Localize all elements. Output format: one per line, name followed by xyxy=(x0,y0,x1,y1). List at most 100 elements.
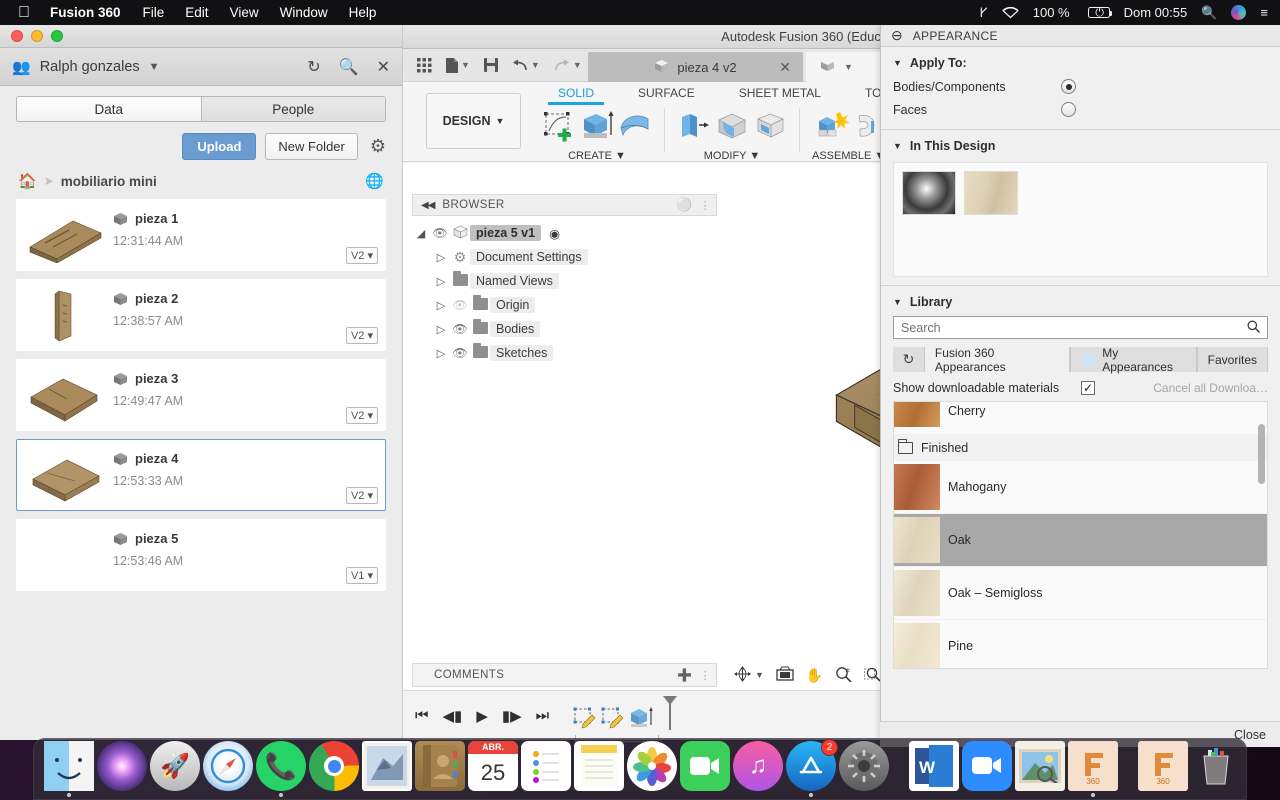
material-group-row[interactable]: Finished xyxy=(894,435,1267,461)
tab-people[interactable]: People xyxy=(201,97,386,121)
minus-circle-icon[interactable]: ⊖ xyxy=(891,27,903,44)
dock-item-mail[interactable] xyxy=(362,741,412,797)
menu-window[interactable]: Window xyxy=(280,5,328,20)
list-item[interactable]: pieza 3 12:49:47 AM V2 ▾ xyxy=(16,359,386,431)
pan-icon[interactable]: ✋ xyxy=(806,667,823,684)
sketch-feature-icon[interactable] xyxy=(601,706,625,735)
grid-icon[interactable] xyxy=(417,58,432,73)
dock-item-zoom[interactable] xyxy=(962,741,1012,797)
wifi-icon[interactable] xyxy=(1002,6,1019,19)
tree-node-document-settings[interactable]: ▷ ⚙ Document Settings xyxy=(412,245,717,269)
list-item[interactable]: Cherry xyxy=(894,402,1267,435)
step-forward-icon[interactable]: ▮▶ xyxy=(502,707,522,725)
orbit-icon[interactable] xyxy=(734,666,751,685)
fillet-icon[interactable] xyxy=(715,109,749,148)
apply-to-faces-row[interactable]: Faces xyxy=(881,98,1280,121)
tab-favorites[interactable]: Favorites xyxy=(1197,347,1268,372)
dock-item-fusion-360-doc[interactable]: 360 xyxy=(1138,741,1188,797)
chevron-down-icon[interactable]: ▼ xyxy=(755,670,764,680)
refresh-icon[interactable]: ↻ xyxy=(307,57,320,77)
bluetooth-icon[interactable]: 𐌖 xyxy=(979,5,987,21)
play-icon[interactable]: ▶ xyxy=(476,707,488,725)
chevron-down-icon[interactable]: ▼ xyxy=(749,150,760,162)
show-downloadable-checkbox[interactable]: ✓ xyxy=(1081,381,1095,395)
dock-item-whatsapp[interactable]: 📞 xyxy=(256,741,306,797)
eye-icon[interactable]: 👁 xyxy=(450,346,470,360)
activate-icon[interactable]: ◉ xyxy=(549,226,560,241)
eye-off-icon[interactable]: 👁 xyxy=(450,298,470,312)
dock-item-photos[interactable] xyxy=(627,741,677,797)
dock-item-facetime[interactable] xyxy=(680,741,730,797)
tab-data[interactable]: Data xyxy=(17,97,201,121)
chevron-down-icon[interactable]: ▼ xyxy=(149,61,160,73)
menubar-clock[interactable]: Dom 00:55 xyxy=(1124,5,1188,20)
dock-item-itunes[interactable]: ♫ xyxy=(733,741,783,797)
tree-node-sketches[interactable]: ▷ 👁 Sketches xyxy=(412,341,717,365)
triangle-down-icon[interactable]: ▼ xyxy=(893,58,902,68)
list-item[interactable]: Oak – Semigloss xyxy=(894,567,1267,620)
search-icon[interactable]: 🔍 xyxy=(339,57,359,77)
search-input[interactable] xyxy=(901,321,1247,335)
team-name[interactable]: Ralph gonzales xyxy=(40,59,140,75)
window-minimize-button[interactable] xyxy=(31,30,43,42)
tab-solid[interactable]: SOLID xyxy=(536,86,616,100)
spotlight-search-icon[interactable]: 🔍 xyxy=(1201,5,1217,21)
sketch-feature-icon[interactable] xyxy=(573,706,597,735)
workspace-switcher[interactable]: DESIGN ▼ xyxy=(426,93,521,149)
go-to-beginning-icon[interactable]: ⏮ xyxy=(415,707,429,724)
minus-circle-icon[interactable]: ⚪ xyxy=(676,197,693,213)
siri-icon[interactable] xyxy=(1231,5,1246,20)
step-back-icon[interactable]: ◀▮ xyxy=(443,707,463,725)
refresh-icon[interactable]: ↻ xyxy=(893,347,924,372)
dock-item-notes[interactable] xyxy=(574,741,624,797)
version-badge[interactable]: V2 ▾ xyxy=(346,487,378,504)
version-badge[interactable]: V2 ▾ xyxy=(346,327,378,344)
dock-item-siri[interactable] xyxy=(97,741,147,797)
dock-item-finder[interactable] xyxy=(44,741,94,797)
swatch-chrome-polished[interactable] xyxy=(902,171,956,215)
dock-item-reminders[interactable] xyxy=(521,741,571,797)
apple-icon[interactable]:  xyxy=(18,5,30,21)
in-this-design-section-header[interactable]: ▼ In This Design xyxy=(881,130,1280,158)
comments-panel[interactable]: COMMENTS ➕ ⋮ xyxy=(412,663,717,687)
look-at-icon[interactable] xyxy=(776,666,794,685)
dock-item-preview[interactable] xyxy=(1015,741,1065,797)
resize-grip[interactable]: ⋮ xyxy=(700,199,711,212)
shell-icon[interactable] xyxy=(753,109,787,148)
dock-item-google-chrome[interactable] xyxy=(309,741,359,797)
resize-grip[interactable]: ⋮ xyxy=(700,669,711,682)
expand-triangle-icon[interactable]: ▷ xyxy=(432,275,450,288)
breadcrumb-folder[interactable]: mobiliario mini xyxy=(61,174,157,189)
appearance-library-list[interactable]: Cherry Finished Mahogany Oak Oak – Semig… xyxy=(893,401,1268,669)
dock-item-system-preferences[interactable] xyxy=(839,741,889,797)
version-badge[interactable]: V2 ▾ xyxy=(346,247,378,264)
new-component-icon[interactable] xyxy=(816,109,850,148)
tree-node-bodies[interactable]: ▷ 👁 Bodies xyxy=(412,317,717,341)
menubar-app-name[interactable]: Fusion 360 xyxy=(50,5,121,20)
timeline-marker-icon[interactable] xyxy=(661,696,679,735)
list-item[interactable]: pieza 4 12:53:33 AM V2 ▾ xyxy=(16,439,386,511)
revolve-icon[interactable] xyxy=(618,109,652,148)
tab-sheet-metal[interactable]: SHEET METAL xyxy=(717,86,843,100)
dock-item-trash[interactable] xyxy=(1191,741,1241,797)
chevron-down-icon[interactable]: ▼ xyxy=(531,60,540,70)
expand-triangle-icon[interactable]: ▷ xyxy=(432,323,450,336)
upload-button[interactable]: Upload xyxy=(182,133,256,160)
redo-icon[interactable]: ▼ xyxy=(554,59,582,72)
library-scrollbar[interactable] xyxy=(1258,424,1265,484)
menu-file[interactable]: File xyxy=(143,5,165,20)
list-item[interactable]: pieza 2 12:38:57 AM V2 ▾ xyxy=(16,279,386,351)
eye-icon[interactable]: 👁 xyxy=(430,226,450,240)
document-tab-pieza-4[interactable]: pieza 4 v2 ✕ xyxy=(588,52,803,82)
extrude-feature-icon[interactable] xyxy=(629,706,655,735)
expand-triangle-icon[interactable]: ▷ xyxy=(432,251,450,264)
swatch-oak-wood[interactable] xyxy=(964,171,1018,215)
menu-help[interactable]: Help xyxy=(349,5,377,20)
go-to-end-icon[interactable]: ⏭ xyxy=(536,707,550,724)
close-icon[interactable]: ✕ xyxy=(779,59,791,76)
expand-triangle-icon[interactable]: ▷ xyxy=(432,347,450,360)
list-item[interactable]: pieza 1 12:31:44 AM V2 ▾ xyxy=(16,199,386,271)
create-sketch-icon[interactable] xyxy=(542,109,576,148)
document-tab-next[interactable]: ▼ xyxy=(806,52,886,82)
expand-triangle-icon[interactable]: ◢ xyxy=(412,227,430,240)
